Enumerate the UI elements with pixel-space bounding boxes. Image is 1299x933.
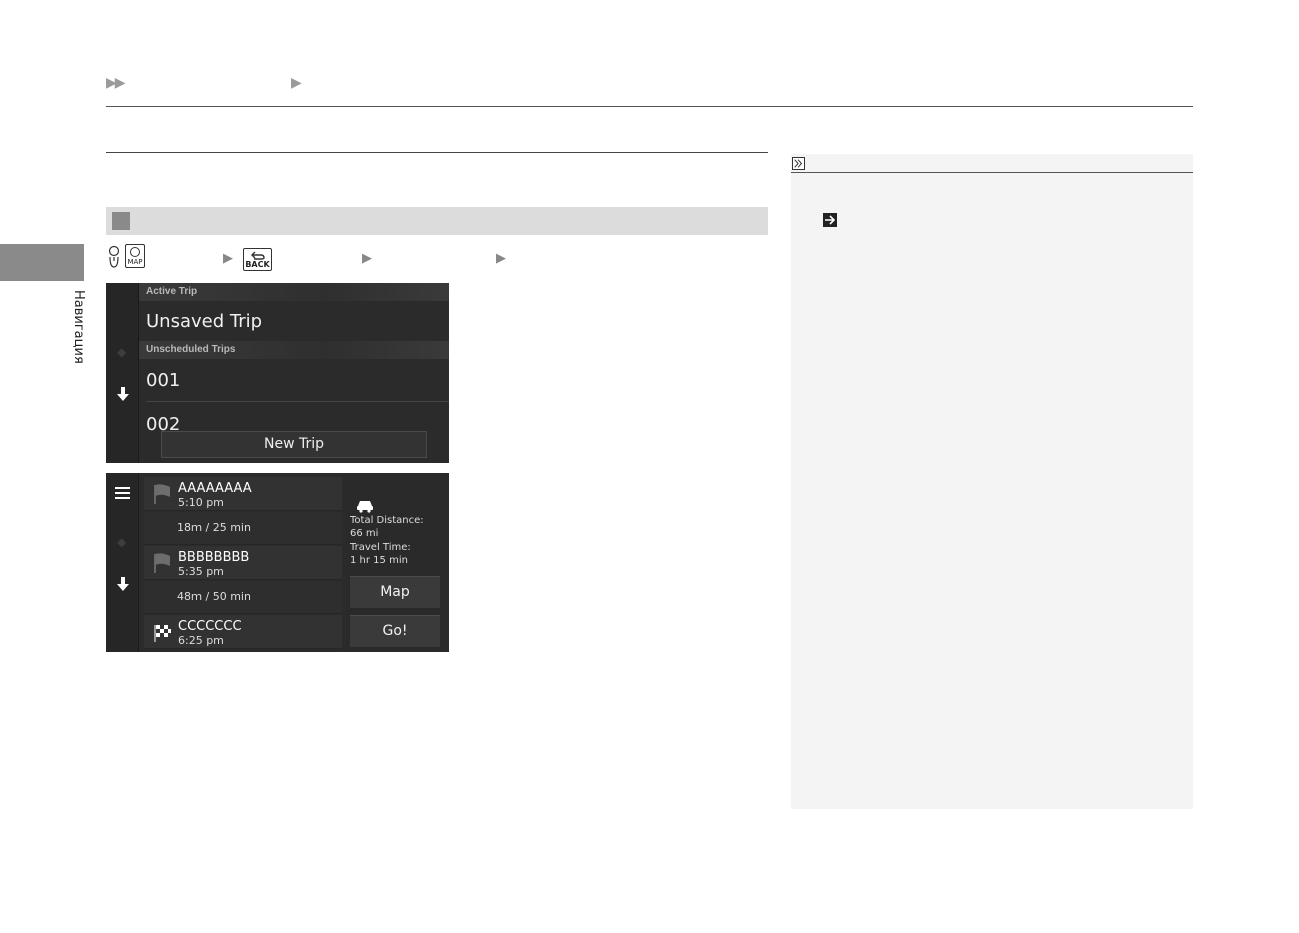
flag-icon: [154, 553, 170, 573]
notes-header: [791, 154, 1193, 173]
notes-panel: [791, 154, 1193, 809]
menu-icon[interactable]: [115, 487, 130, 502]
travel-time-value: 1 hr 15 min: [350, 555, 408, 566]
stop-name: BBBBBBBB: [178, 550, 250, 565]
back-button[interactable]: BACK: [243, 248, 272, 271]
route-leg: 48ｍ / 50 min: [144, 581, 342, 614]
travel-time-label: Travel Time:: [350, 542, 411, 553]
unscheduled-trips-header: Unscheduled Trips: [139, 341, 449, 359]
breadcrumb-arrows: ▶▶: [106, 75, 125, 91]
car-icon: [357, 501, 373, 513]
header-rule: [106, 106, 1193, 107]
scroll-down-icon[interactable]: [117, 577, 129, 591]
route-stop[interactable]: BBBBBBBB 5:35 pm: [144, 546, 342, 580]
scroll-down-icon[interactable]: [117, 387, 129, 401]
chapter-tab[interactable]: [0, 244, 84, 281]
section-marker-icon: [112, 212, 130, 230]
stop-name: AAAAAAAA: [178, 481, 252, 496]
stop-time: 6:25 pm: [178, 634, 224, 647]
cross-reference-arrow-icon[interactable]: [823, 213, 837, 227]
list-divider: [146, 401, 449, 402]
breadcrumb-separator: ▶: [291, 75, 302, 91]
map-button-circle-icon: [130, 247, 140, 257]
chapter-label: Навигация: [71, 290, 86, 364]
return-arrow-icon: [251, 251, 265, 260]
step-sequence: MAP ▶ BACK ▶ ▶: [106, 244, 768, 274]
scroll-column: ◆: [106, 473, 139, 652]
section-band: [106, 207, 768, 235]
step-arrow-3: ▶: [496, 251, 506, 266]
active-trip-header: Active Trip: [139, 283, 449, 301]
route-leg: 18ｍ / 25 min: [144, 512, 342, 545]
route-stop[interactable]: AAAAAAAA 5:10 pm: [144, 477, 342, 511]
scroll-column: ◆: [106, 283, 139, 463]
checkered-flag-icon: [154, 625, 171, 642]
dial-knob-icon: [108, 245, 120, 268]
new-trip-button[interactable]: New Trip: [161, 431, 427, 458]
map-button-label: MAP: [127, 258, 143, 266]
stop-time: 5:10 pm: [178, 496, 224, 509]
trip-route-screen: ◆ AAAAAAAA 5:10 pm 18ｍ / 25 min BBBBBBBB…: [106, 473, 449, 652]
section-rule: [106, 152, 768, 153]
go-button[interactable]: Go!: [350, 615, 440, 647]
back-button-label: BACK: [245, 260, 270, 269]
step-arrow-2: ▶: [362, 251, 372, 266]
trip-item[interactable]: 001: [146, 370, 180, 391]
map-button[interactable]: Map: [350, 576, 440, 608]
total-distance-label: Total Distance:: [350, 515, 424, 526]
stop-time: 5:35 pm: [178, 565, 224, 578]
active-trip-item[interactable]: Unsaved Trip: [146, 311, 262, 332]
route-stop[interactable]: CCCCCCC 6:25 pm: [144, 615, 342, 649]
map-button[interactable]: MAP: [125, 244, 145, 268]
trip-summary-panel: Total Distance: 66 mi Travel Time: 1 hr …: [346, 473, 449, 652]
stop-name: CCCCCCC: [178, 619, 242, 634]
double-chevron-icon: [792, 157, 805, 170]
total-distance-value: 66 mi: [350, 528, 379, 539]
trip-list-screen: ◆ Active Trip Unsaved Trip Unscheduled T…: [106, 283, 449, 463]
step-arrow-1: ▶: [223, 251, 233, 266]
scroll-up-icon[interactable]: ◆: [117, 345, 127, 359]
flag-icon: [154, 484, 170, 504]
scroll-up-icon[interactable]: ◆: [117, 535, 127, 549]
